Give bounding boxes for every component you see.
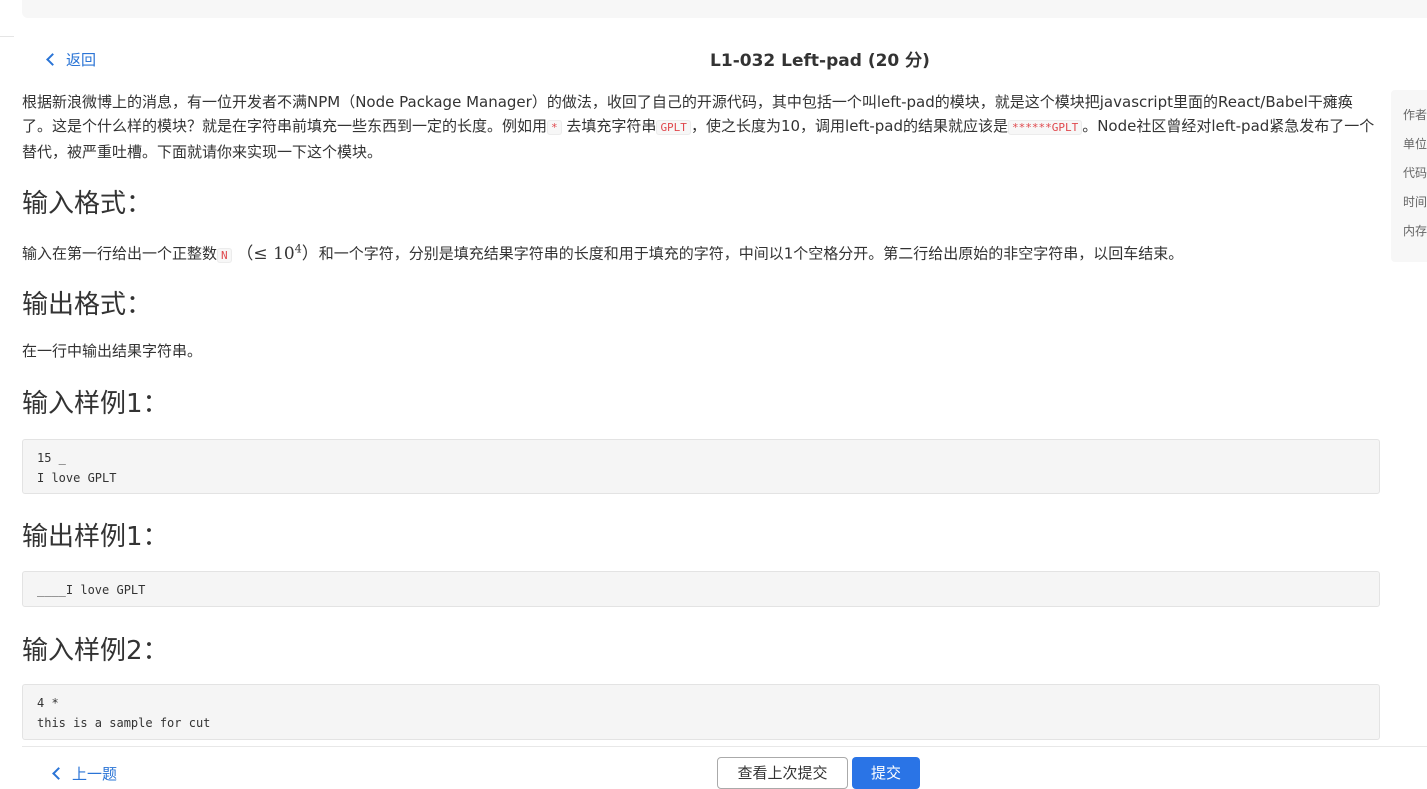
back-label: 返回 — [66, 50, 97, 69]
chevron-left-icon — [52, 766, 65, 780]
info-author: 作者 — [1403, 108, 1427, 122]
input-format-text: 输入在第一行给出一个正整数 N （≤ 104）和一个字符，分别是填充结果字符串的长… — [22, 237, 1382, 268]
sample-input-1-block: 15 _ I love GPLT — [22, 439, 1380, 494]
description-part-2: 去填充字符串 — [566, 117, 657, 135]
view-last-submission-button[interactable]: 查看上次提交 — [717, 757, 848, 789]
sample-input-2-block: 4 * this is a sample for cut — [22, 684, 1380, 740]
prev-problem-label: 上一题 — [72, 764, 118, 783]
inline-code-n: N — [217, 247, 232, 263]
sample-output-1-heading: 输出样例1： — [22, 522, 169, 552]
description-part-3: ，使之长度为10，调用left-pad的结果就应该是 — [690, 117, 1008, 135]
inline-code-gplt: GPLT — [656, 120, 691, 135]
footer-divider — [22, 746, 1427, 747]
chevron-left-icon — [46, 52, 59, 66]
back-button[interactable]: 返回 — [44, 48, 96, 70]
info-code-limit: 代码 — [1403, 166, 1427, 180]
prev-problem-button[interactable]: 上一题 — [50, 758, 117, 788]
output-format-heading: 输出格式： — [22, 290, 153, 320]
output-format-text: 在一行中输出结果字符串。 — [22, 342, 203, 360]
inline-code-padded: ******GPLT — [1007, 120, 1083, 135]
top-bar — [22, 0, 1427, 18]
problem-info-panel: 作者 单位 代码 时间 内存 — [1391, 90, 1427, 262]
inline-code-star: * — [547, 120, 562, 135]
input-format-part-2: 和一个字符，分别是填充结果字符串的长度和用于填充的字符，中间以1个空格分开。第二… — [318, 244, 1184, 263]
info-time-limit: 时间 — [1403, 195, 1427, 209]
sample-input-1-heading: 输入样例1： — [22, 389, 169, 419]
math-constraint: （≤ 104） — [236, 242, 319, 264]
sample-input-2-heading: 输入样例2： — [22, 636, 169, 666]
problem-description: 根据新浪微博上的消息，有一位开发者不满NPM（Node Package Mana… — [22, 90, 1382, 164]
page-title: L1-032 Left-pad (20 分) — [710, 51, 930, 71]
sample-output-1-block: ____I love GPLT — [22, 571, 1380, 607]
info-unit: 单位 — [1403, 137, 1427, 151]
info-memory-limit: 内存 — [1403, 224, 1427, 238]
submit-button[interactable]: 提交 — [852, 757, 920, 789]
input-format-heading: 输入格式： — [22, 189, 153, 219]
left-edge-mark — [0, 36, 14, 37]
input-format-part-1: 输入在第一行给出一个正整数 — [22, 244, 218, 263]
